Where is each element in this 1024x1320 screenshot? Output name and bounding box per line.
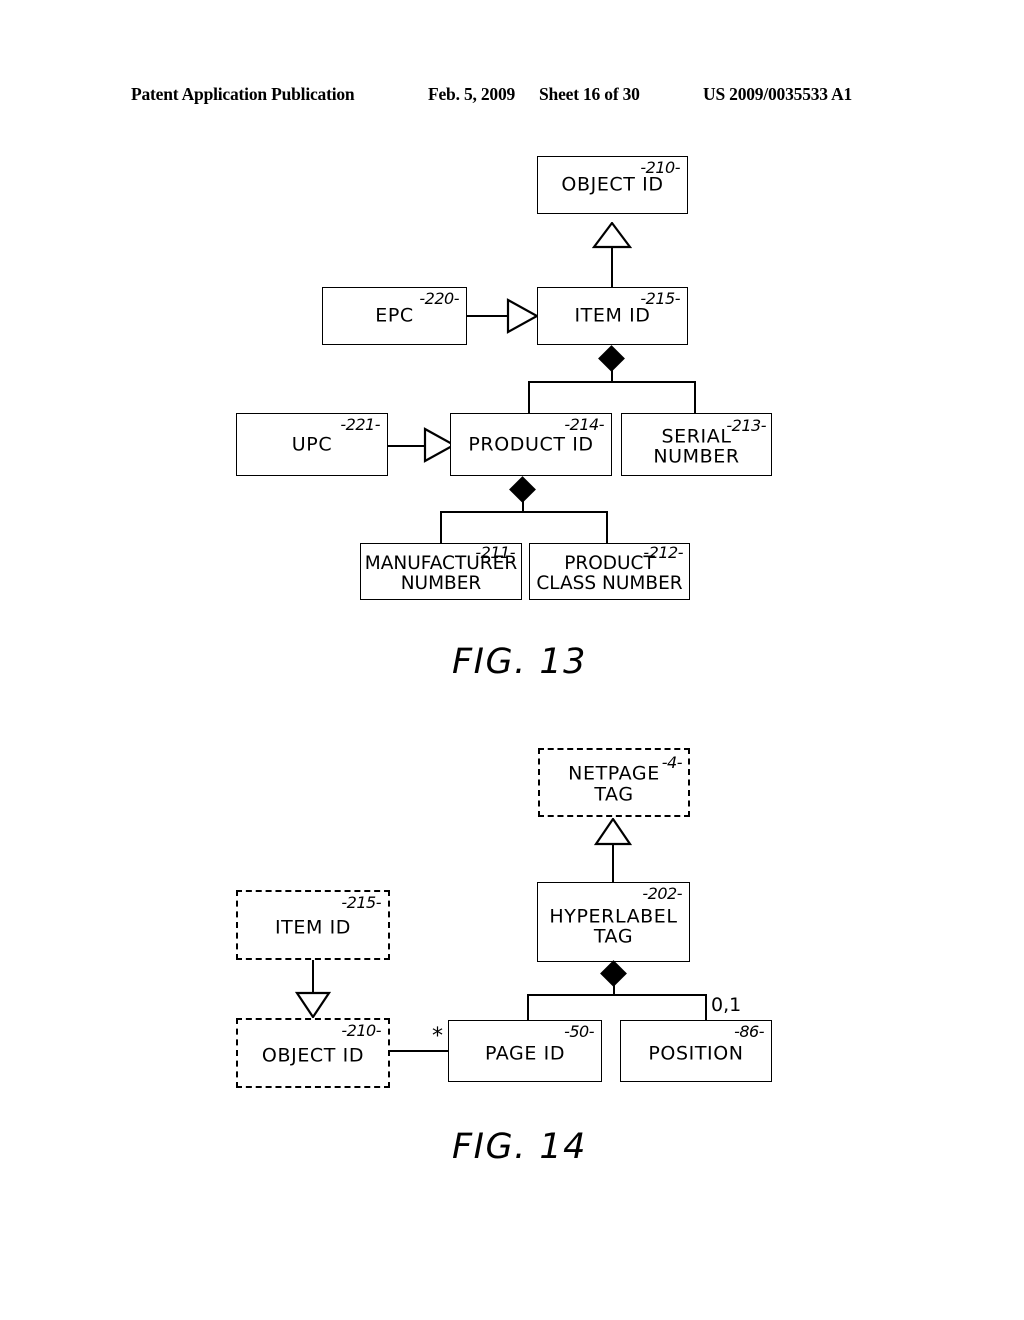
node-page-id-label: PAGE ID	[484, 1042, 566, 1065]
connector-bus-to-position	[705, 994, 707, 1021]
connector-item-id-to-object-id-fig14	[312, 960, 314, 994]
node-product-class-number-ref: -212-	[643, 543, 683, 562]
node-hyperlabel-tag[interactable]: -202- HYPERLABEL TAG	[537, 882, 690, 962]
node-serial-number-ref: -213-	[726, 416, 766, 435]
node-object-id-label: OBJECT ID	[561, 173, 664, 196]
node-netpage-tag-ref: -4-	[661, 753, 683, 772]
node-object-id-fig14-label: OBJECT ID	[261, 1044, 365, 1067]
generalization-arrow-object-id	[592, 222, 632, 249]
position-multiplicity: 0,1	[711, 994, 742, 1016]
connector-epc-to-item-id	[467, 315, 511, 317]
connector-item-id-bus	[528, 381, 695, 383]
node-product-class-number[interactable]: -212- PRODUCT CLASS NUMBER	[529, 543, 690, 600]
connector-bus-to-product-id	[528, 381, 530, 413]
node-epc-ref: -220-	[419, 289, 459, 308]
connector-product-id-bus	[440, 511, 608, 513]
node-item-id-fig14-ref: -215-	[341, 893, 381, 912]
node-item-id[interactable]: -215- ITEM ID	[537, 287, 688, 345]
node-position-ref: -86-	[734, 1022, 764, 1041]
node-product-id-ref: -214-	[564, 415, 604, 434]
node-page-id[interactable]: -50- PAGE ID	[448, 1020, 602, 1082]
node-item-id-ref: -215-	[640, 289, 680, 308]
node-item-id-fig14[interactable]: -215- ITEM ID	[236, 890, 390, 960]
node-netpage-tag[interactable]: -4- NETPAGE TAG	[538, 748, 690, 817]
node-hyperlabel-tag-label: HYPERLABEL TAG	[549, 905, 678, 948]
connector-bus-to-manufacturer-number	[440, 511, 442, 543]
generalization-arrow-netpage-tag	[594, 818, 632, 846]
connector-object-id-to-page-id	[390, 1050, 449, 1052]
generalization-arrow-object-id-fig14	[295, 991, 331, 1019]
node-product-id[interactable]: -214- PRODUCT ID	[450, 413, 612, 476]
node-product-id-label: PRODUCT ID	[468, 433, 594, 456]
node-object-id-ref: -210-	[640, 158, 680, 177]
connector-item-id-to-object-id	[611, 247, 613, 287]
node-position-label: POSITION	[648, 1042, 744, 1065]
node-object-id-fig14-ref: -210-	[341, 1021, 381, 1040]
connector-bus-to-product-class-number	[606, 511, 608, 543]
connector-bus-to-serial-number	[694, 381, 696, 413]
node-epc-label: EPC	[375, 304, 414, 327]
connector-upc-to-product-id	[388, 445, 428, 447]
node-item-id-label: ITEM ID	[574, 304, 651, 327]
composition-diamond-hyperlabel-tag	[600, 960, 627, 987]
node-object-id[interactable]: -210- OBJECT ID	[537, 156, 688, 214]
figure-14-caption: FIG. 14	[452, 1127, 587, 1167]
node-upc-label: UPC	[291, 433, 333, 456]
page-id-multiplicity: *	[432, 1024, 443, 1049]
node-position[interactable]: -86- POSITION	[620, 1020, 772, 1082]
realization-arrow-item-id	[506, 298, 539, 334]
node-item-id-fig14-label: ITEM ID	[274, 916, 352, 939]
node-serial-number[interactable]: -213- SERIAL NUMBER	[621, 413, 772, 476]
node-epc[interactable]: -220- EPC	[322, 287, 467, 345]
connector-hyperlabel-bus	[527, 994, 707, 996]
node-manufacturer-number[interactable]: -211- MANUFACTURER NUMBER	[360, 543, 522, 600]
connector-hyperlabel-to-netpage	[612, 845, 614, 882]
figure-13-caption: FIG. 13	[452, 642, 587, 682]
connector-bus-to-page-id	[527, 994, 529, 1021]
node-manufacturer-number-ref: -211-	[475, 543, 515, 562]
node-page-id-ref: -50-	[564, 1022, 594, 1041]
node-object-id-fig14[interactable]: -210- OBJECT ID	[236, 1018, 390, 1088]
node-hyperlabel-tag-ref: -202-	[642, 884, 682, 903]
node-upc[interactable]: -221- UPC	[236, 413, 388, 476]
node-upc-ref: -221-	[340, 415, 380, 434]
